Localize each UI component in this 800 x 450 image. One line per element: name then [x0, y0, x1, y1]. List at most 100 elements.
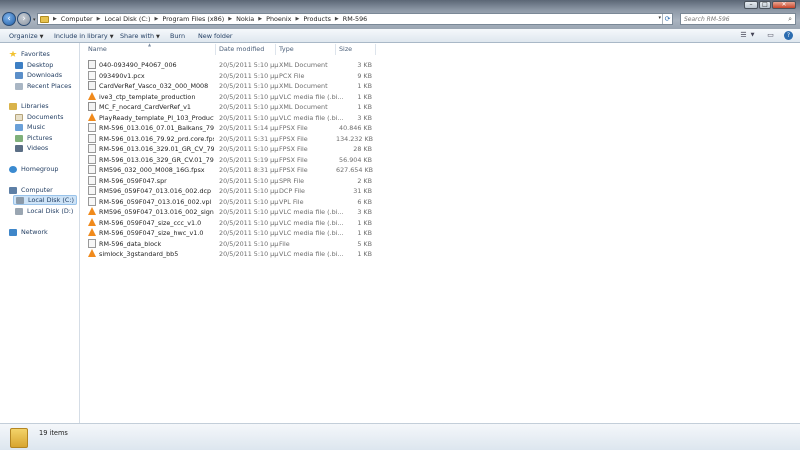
file-name: RM-596_data_block [99, 239, 162, 248]
file-row[interactable]: 093490v1.pcx 20/5/2011 5:10 μμ PCX File … [86, 70, 376, 81]
column-header-name[interactable]: Name [88, 45, 107, 55]
xml-file-icon [88, 102, 96, 111]
chevron-right-icon[interactable]: ▶ [228, 16, 232, 22]
include-in-library-menu[interactable]: Include in library ▼ [54, 32, 114, 40]
nav-computer[interactable]: Computer [9, 186, 53, 194]
file-row[interactable]: ive3_ctp_template_production 20/5/2011 5… [86, 91, 376, 102]
recent-pages-dropdown-icon[interactable]: ▾ [33, 17, 36, 23]
forward-arrow-icon[interactable]: › [17, 12, 31, 26]
file-row[interactable]: 040-093490_P4067_006 20/5/2011 5:10 μμ X… [86, 60, 376, 70]
back-arrow-icon[interactable]: ‹ [2, 12, 16, 26]
file-row[interactable]: RM-596_013.016_329.01_GR_CV_79.92_pr... … [86, 144, 376, 154]
file-row[interactable]: MC_F_nocard_CardVerRef_v1 20/5/2011 5:10… [86, 102, 376, 112]
refresh-icon[interactable]: ⟳ [662, 14, 672, 24]
file-row[interactable]: RM-596_013.016_329_GR_CV.01_79.92_pr... … [86, 154, 376, 165]
column-divider[interactable] [335, 44, 336, 55]
address-history-dropdown-icon[interactable]: ▾ [658, 15, 661, 21]
column-header-size[interactable]: Size [339, 45, 352, 55]
nav-pictures[interactable]: Pictures [15, 134, 52, 142]
new-folder-button[interactable]: New folder [198, 32, 233, 40]
chevron-down-icon: ▼ [39, 34, 44, 40]
column-divider[interactable] [375, 44, 376, 55]
file-name: RM-596_013.016_79.92_prd.core.fpsx [99, 134, 214, 143]
file-date: 20/5/2011 5:14 μμ [219, 124, 279, 132]
minimize-button[interactable]: – [744, 1, 758, 9]
window-controls: – □ ✕ [744, 1, 796, 9]
nav-network-label: Network [21, 228, 48, 236]
search-box[interactable]: ⌕ [680, 13, 796, 25]
column-header-type[interactable]: Type [279, 45, 294, 55]
file-name: RM596_059F047_013.016_002.dcp [99, 187, 212, 195]
organize-menu[interactable]: Organize ▼ [9, 32, 44, 40]
chevron-right-icon[interactable]: ▶ [295, 16, 299, 22]
nav-desktop-label: Desktop [27, 61, 54, 69]
nav-desktop[interactable]: Desktop [15, 61, 53, 69]
vlc-cone-icon [88, 249, 96, 257]
file-row[interactable]: RM596_059F047_013.016_002.dcp 20/5/2011 … [86, 186, 376, 196]
nav-local-disk-d-label: Local Disk (D:) [27, 207, 74, 215]
file-row[interactable]: simlock_3gstandard_bb5 20/5/2011 5:10 μμ… [86, 249, 376, 259]
breadcrumb-nokia[interactable]: Nokia [236, 15, 254, 23]
chevron-right-icon[interactable]: ▶ [97, 16, 101, 22]
nav-local-disk-d[interactable]: Local Disk (D:) [15, 207, 73, 215]
column-divider[interactable] [215, 44, 216, 55]
file-date: 20/5/2011 8:31 μμ [219, 166, 279, 174]
breadcrumb-phoenix[interactable]: Phoenix [266, 15, 291, 23]
nav-documents[interactable]: Documents [15, 113, 63, 121]
file-row[interactable]: RM596_059F047_013.016_002_signature 20/5… [86, 207, 376, 217]
nav-local-disk-c[interactable]: Local Disk (C:) [13, 195, 77, 205]
nav-libraries-label: Libraries [21, 102, 49, 110]
change-view-icon[interactable]: ☰ [738, 31, 749, 40]
search-icon[interactable]: ⌕ [788, 15, 792, 24]
nav-favorites[interactable]: Favorites [9, 50, 50, 58]
address-bar[interactable]: ▶ Computer ▶ Local Disk (C:) ▶ Program F… [37, 13, 673, 25]
close-button[interactable]: ✕ [772, 1, 796, 9]
view-options-dropdown-icon[interactable]: ▼ [749, 31, 756, 40]
vlc-cone-icon [88, 217, 96, 226]
column-divider[interactable] [275, 44, 276, 55]
file-row[interactable]: RM-596_059F047.spr 20/5/2011 5:10 μμ SPR… [86, 175, 376, 186]
maximize-button[interactable]: □ [759, 1, 771, 9]
file-row[interactable]: RM596_032_000_M008_16G.fpsx 20/5/2011 8:… [86, 165, 376, 175]
breadcrumb-rm-596[interactable]: RM-596 [343, 15, 367, 23]
xml-file-icon [88, 60, 96, 69]
nav-music[interactable]: Music [15, 123, 45, 131]
file-name: RM-596_059F047_013.016_002.vpl [99, 197, 212, 206]
music-icon [15, 123, 23, 131]
preview-pane-icon[interactable]: ▭ [765, 31, 776, 40]
nav-network[interactable]: Network [9, 228, 48, 236]
nav-homegroup[interactable]: Homegroup [9, 165, 58, 173]
xml-file-icon [88, 81, 96, 90]
file-row[interactable]: RM-596_059F047_size_ccc_v1.0 20/5/2011 5… [86, 217, 376, 228]
nav-downloads[interactable]: Downloads [15, 71, 62, 79]
chevron-right-icon[interactable]: ▶ [53, 16, 57, 22]
file-row[interactable]: RM-596_059F047_013.016_002.vpl 20/5/2011… [86, 196, 376, 207]
chevron-right-icon[interactable]: ▶ [154, 16, 158, 22]
file-date: 20/5/2011 5:10 μμ [219, 103, 279, 111]
nav-videos[interactable]: Videos [15, 144, 48, 152]
search-input[interactable] [684, 14, 784, 24]
nav-recent-places[interactable]: Recent Places [15, 82, 71, 90]
file-row[interactable]: CardVerRef_Vasco_032_000_M008 20/5/2011 … [86, 81, 376, 91]
breadcrumb-program-files[interactable]: Program Files (x86) [162, 15, 224, 23]
file-type: XML Document [279, 61, 328, 69]
chevron-right-icon[interactable]: ▶ [258, 16, 262, 22]
share-with-menu[interactable]: Share with ▼ [120, 32, 160, 40]
file-row[interactable]: RM-596_013.016_79.92_prd.core.fpsx 20/5/… [86, 133, 376, 144]
breadcrumb-computer[interactable]: Computer [61, 15, 93, 23]
file-row[interactable]: PlayReady_template_PI_103_Production_...… [86, 112, 376, 123]
breadcrumb-local-disk-c[interactable]: Local Disk (C:) [105, 15, 151, 23]
file-type: FPSX File [279, 166, 308, 174]
file-row[interactable]: RM-596_059F047_size_hwc_v1.0 20/5/2011 5… [86, 228, 376, 238]
file-size: 1 KB [357, 103, 372, 111]
chevron-right-icon[interactable]: ▶ [335, 16, 339, 22]
help-icon[interactable]: ? [784, 31, 793, 40]
column-header-date-modified[interactable]: Date modified [219, 45, 264, 55]
file-row[interactable]: RM-596_013.016_07.01_Balkans_79.92_prd..… [86, 123, 376, 133]
breadcrumb-products[interactable]: Products [303, 15, 331, 23]
file-row[interactable]: RM-596_data_block 20/5/2011 5:10 μμ File… [86, 238, 376, 249]
nav-libraries[interactable]: Libraries [9, 102, 49, 110]
file-name: RM-596_059F047_size_ccc_v1.0 [99, 218, 202, 227]
recent-places-icon [15, 82, 23, 90]
burn-button[interactable]: Burn [170, 32, 185, 40]
